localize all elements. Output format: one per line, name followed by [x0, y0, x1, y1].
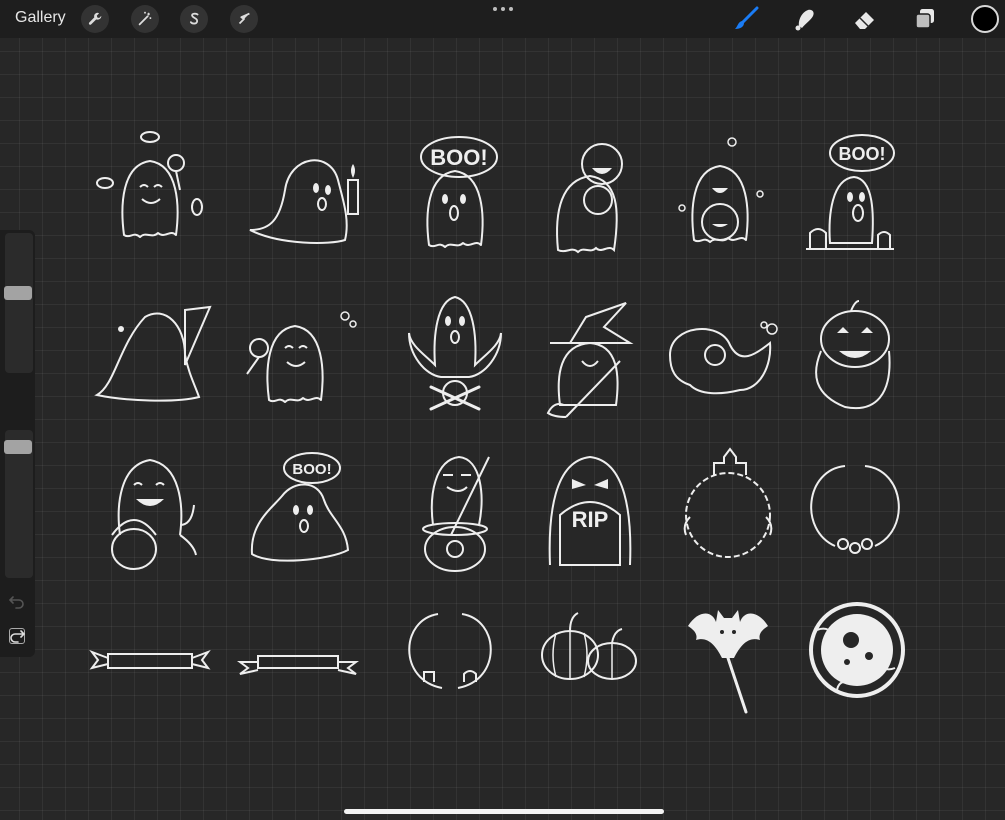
ghost-floating [668, 321, 778, 395]
haunted-house-wreath [683, 447, 773, 558]
ghost-with-pumpkin-bucket [678, 137, 764, 243]
ghost-with-candies [96, 131, 203, 238]
ghost-with-lollipop [246, 311, 357, 403]
ribbon-banner-2 [237, 655, 359, 675]
boo-text-2: BOO! [839, 144, 886, 164]
ghost-with-knife [94, 305, 212, 402]
ghost-with-candle [249, 159, 359, 244]
boo-text-3: BOO! [292, 461, 331, 478]
bat-lollipop [688, 610, 768, 714]
ghost-with-candy-basket [111, 458, 197, 570]
moon-badge [809, 602, 905, 698]
rip-text: RIP [572, 507, 609, 532]
ghost-boo-speech: BOO! [420, 136, 498, 248]
ghost-with-pumpkins [556, 143, 623, 254]
sticker-layer: BOO! BOO! BOO! RIP [89, 131, 905, 714]
ghost-boo-graves: BOO! [806, 134, 895, 250]
home-indicator[interactable] [344, 809, 664, 814]
ghost-boo-small: BOO! [250, 452, 350, 562]
ghost-witch-hat-broom [546, 302, 634, 418]
boo-text: BOO! [430, 145, 487, 170]
ghost-with-rip-tombstone: RIP [548, 455, 632, 566]
floral-wreath [810, 465, 900, 554]
jack-o-lantern-ghost [815, 300, 891, 410]
ghost-with-cauldron [422, 455, 490, 572]
ribbon-banner [89, 649, 211, 670]
graveyard-wreath [408, 613, 492, 689]
ghost-with-skull-crossbones [408, 295, 502, 411]
pumpkins [541, 612, 637, 680]
